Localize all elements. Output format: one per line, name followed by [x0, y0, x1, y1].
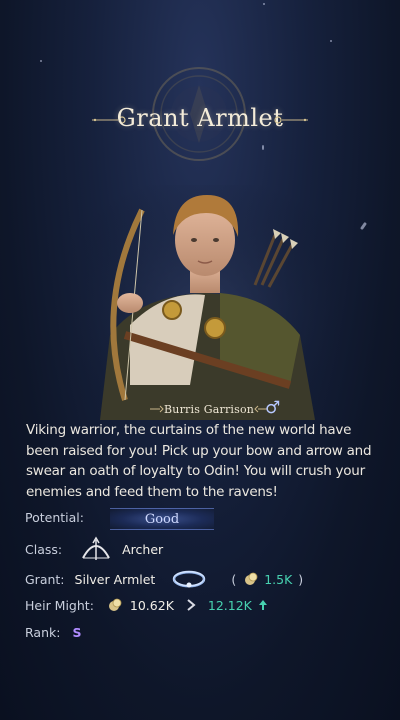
hero-description: Viking warrior, the curtains of the new …	[26, 422, 372, 500]
title-ornament-right	[274, 116, 308, 124]
increase-arrow-icon	[258, 600, 267, 610]
rank-row: Rank: S	[25, 622, 81, 642]
gender-icon: ♂	[265, 398, 281, 418]
sparkle	[359, 221, 368, 231]
sparkle	[262, 145, 264, 150]
hero-name-plate: Burris Garrison	[150, 400, 269, 418]
heir-might-row: Heir Might: 10.62K 12.12K	[25, 595, 268, 615]
might-coin-icon	[245, 572, 258, 585]
class-value: Archer	[122, 541, 164, 557]
heir-might-new: 12.12K	[207, 597, 252, 613]
grant-value: Silver Armlet	[74, 571, 156, 587]
name-plate-ornament-left	[150, 405, 164, 413]
armlet-icon[interactable]	[171, 568, 207, 590]
rank-value: S	[72, 624, 82, 640]
sparkle	[263, 3, 265, 5]
bow-icon	[82, 536, 110, 560]
potential-badge: Good	[110, 508, 214, 530]
grant-paren-close: )	[298, 571, 304, 587]
potential-label: Potential:	[25, 510, 84, 525]
potential-value: Good	[144, 511, 180, 527]
grant-paren-open: (	[231, 571, 237, 587]
potential-row: Potential:	[25, 510, 84, 525]
heir-might-label: Heir Might:	[25, 597, 94, 613]
sparkle	[40, 60, 42, 62]
class-label: Class:	[25, 541, 63, 557]
grant-label: Grant:	[25, 571, 65, 587]
class-row: Class: Archer	[25, 536, 164, 560]
grant-amount: 1.5K	[264, 571, 293, 587]
heir-might-current: 10.62K	[129, 597, 174, 613]
rank-label: Rank:	[25, 624, 61, 640]
arrow-right-icon	[187, 599, 196, 611]
hero-name: Burris Garrison	[164, 402, 255, 416]
page-title: Grant Armlet	[116, 104, 284, 132]
hero-portrait	[70, 185, 340, 420]
might-coin-icon	[108, 598, 122, 611]
grant-row: Grant: Silver Armlet ( 1.5K )	[25, 568, 303, 590]
sparkle	[330, 40, 332, 42]
